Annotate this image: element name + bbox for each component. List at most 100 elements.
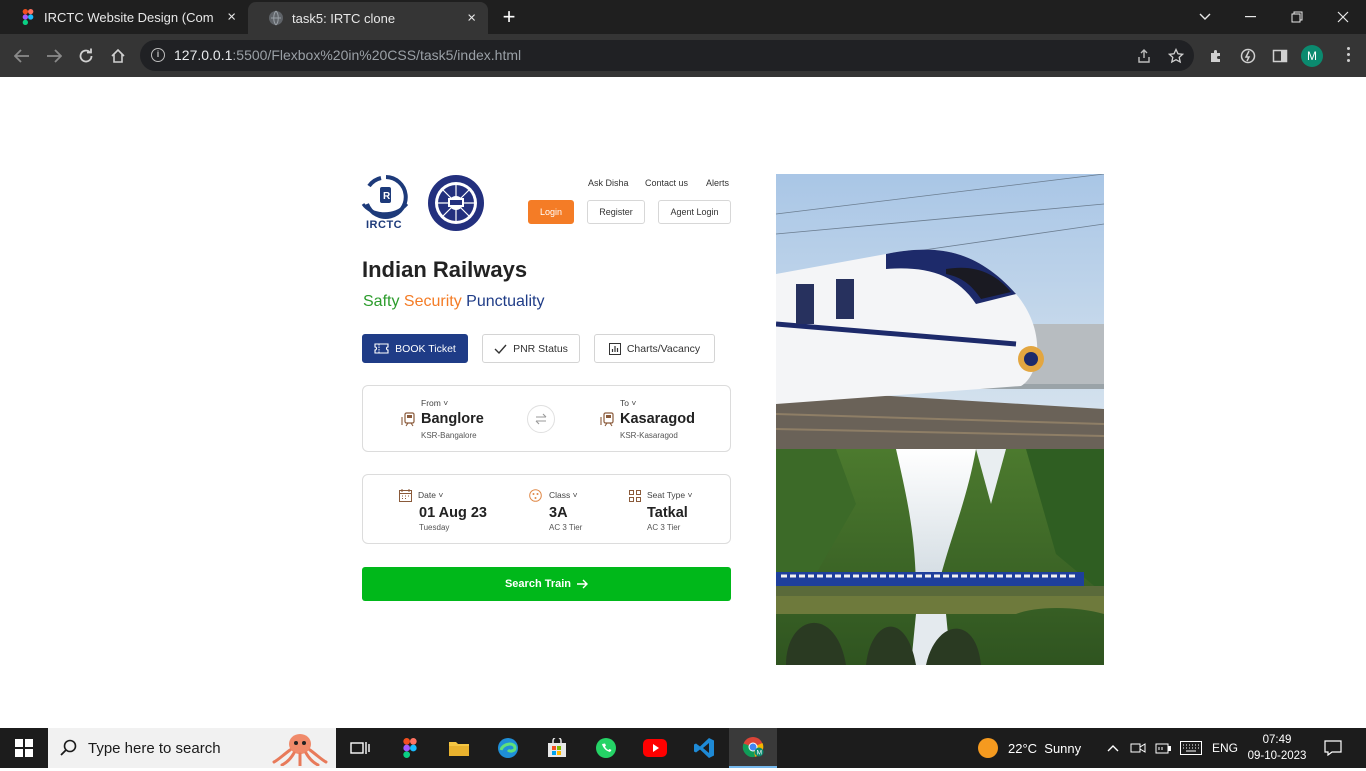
alerts-link[interactable]: Alerts bbox=[706, 178, 729, 188]
pnr-status-button[interactable]: PNR Status bbox=[482, 334, 580, 363]
route-card: From ˅ Banglore KSR-Bangalore To ˅ Kasar… bbox=[362, 385, 731, 452]
chevron-down-icon: ˅ bbox=[443, 398, 449, 408]
chrome-taskbar-icon[interactable]: M bbox=[729, 728, 777, 768]
tagline: Safty Security Punctuality bbox=[363, 293, 544, 311]
vscode-icon[interactable] bbox=[680, 728, 728, 768]
windows-start-icon[interactable] bbox=[0, 728, 48, 768]
to-station-code: KSR-Kasaragod bbox=[620, 431, 678, 440]
windows-taskbar: Type here to search M 22°C Sunny ENG 07:… bbox=[0, 728, 1366, 768]
close-tab-icon[interactable]: × bbox=[227, 9, 236, 26]
check-icon bbox=[494, 344, 507, 354]
from-station-name[interactable]: Banglore bbox=[421, 411, 484, 427]
share-icon[interactable] bbox=[1134, 46, 1154, 66]
side-panel-icon[interactable] bbox=[1268, 44, 1292, 68]
pnr-status-label: PNR Status bbox=[513, 342, 568, 355]
charts-vacancy-button[interactable]: Charts/Vacancy bbox=[594, 334, 715, 363]
class-label[interactable]: Class ˅ bbox=[549, 490, 578, 500]
performance-icon[interactable] bbox=[1236, 44, 1260, 68]
from-label[interactable]: From ˅ bbox=[421, 398, 448, 408]
contact-us-link[interactable]: Contact us bbox=[645, 178, 688, 188]
minimize-icon[interactable] bbox=[1228, 0, 1274, 34]
tab-figma[interactable]: IRCTC Website Design (Commun × bbox=[0, 0, 248, 34]
task-view-icon[interactable] bbox=[336, 728, 384, 768]
charts-vacancy-label: Charts/Vacancy bbox=[626, 342, 701, 355]
keyboard-icon[interactable] bbox=[1180, 728, 1202, 768]
figma-icon bbox=[20, 9, 36, 25]
reload-icon[interactable] bbox=[72, 42, 100, 70]
book-ticket-button[interactable]: BOOK Ticket bbox=[362, 334, 468, 363]
svg-text:R: R bbox=[383, 191, 391, 202]
tab-irtc-clone[interactable]: task5: IRTC clone × bbox=[248, 2, 488, 34]
ask-disha-link[interactable]: Ask Disha bbox=[588, 178, 629, 188]
home-icon[interactable] bbox=[104, 42, 132, 70]
chevron-down-icon: ˅ bbox=[631, 398, 637, 408]
microsoft-store-icon[interactable] bbox=[533, 728, 581, 768]
close-window-icon[interactable] bbox=[1320, 0, 1366, 34]
indian-railways-seal[interactable] bbox=[426, 174, 486, 232]
tagline-punctuality: Punctuality bbox=[466, 293, 545, 310]
profile-avatar[interactable]: M bbox=[1301, 45, 1323, 67]
whatsapp-icon[interactable] bbox=[582, 728, 630, 768]
train-station-icon bbox=[401, 411, 417, 432]
restore-icon[interactable] bbox=[1274, 0, 1320, 34]
sun-icon bbox=[978, 738, 998, 758]
from-station-code: KSR-Bangalore bbox=[421, 431, 477, 440]
browser-menu-icon[interactable] bbox=[1345, 47, 1351, 65]
to-label[interactable]: To ˅ bbox=[620, 398, 636, 408]
class-value[interactable]: 3A bbox=[549, 505, 568, 521]
address-bar[interactable]: i 127.0.0.1:5500/Flexbox%20in%20CSS/task… bbox=[140, 40, 1194, 71]
date-weekday: Tuesday bbox=[419, 523, 450, 532]
url-text: 127.0.0.1:5500/Flexbox%20in%20CSS/task5/… bbox=[174, 47, 522, 63]
network-icon[interactable] bbox=[1155, 728, 1173, 768]
seat-grid-icon bbox=[629, 489, 641, 507]
seat-type-description: AC 3 Tier bbox=[647, 523, 681, 532]
class-description: AC 3 Tier bbox=[549, 523, 583, 532]
tagline-safety: Safty bbox=[363, 293, 400, 310]
notifications-icon[interactable] bbox=[1324, 728, 1342, 768]
calendar-icon bbox=[399, 489, 412, 507]
swap-arrows-icon bbox=[535, 413, 547, 425]
page-title: Indian Railways bbox=[362, 257, 528, 282]
irctc-logo-text: IRCTC bbox=[366, 219, 403, 231]
extensions-puzzle-icon[interactable] bbox=[1204, 44, 1228, 68]
date-value[interactable]: 01 Aug 23 bbox=[419, 505, 487, 521]
book-ticket-label: BOOK Ticket bbox=[395, 342, 456, 355]
figma-taskbar-icon[interactable] bbox=[386, 728, 434, 768]
train-station-icon bbox=[600, 411, 616, 432]
bar-chart-icon bbox=[608, 342, 621, 355]
tab-title: task5: IRTC clone bbox=[292, 10, 396, 26]
file-explorer-icon[interactable] bbox=[435, 728, 483, 768]
seat-type-value[interactable]: Tatkal bbox=[647, 505, 688, 521]
bookmark-star-icon[interactable] bbox=[1166, 46, 1186, 66]
youtube-icon[interactable] bbox=[631, 728, 679, 768]
seat-type-label[interactable]: Seat Type ˅ bbox=[647, 490, 692, 500]
site-info-icon[interactable]: i bbox=[151, 48, 165, 62]
agent-login-button[interactable]: Agent Login bbox=[658, 200, 731, 224]
search-train-button[interactable]: Search Train bbox=[362, 567, 731, 601]
login-button[interactable]: Login bbox=[528, 200, 574, 224]
tagline-security: Security bbox=[403, 293, 462, 310]
back-arrow-icon[interactable] bbox=[8, 42, 36, 70]
close-tab-icon[interactable]: × bbox=[467, 10, 476, 27]
weather-widget[interactable]: 22°C Sunny bbox=[978, 728, 1081, 768]
new-tab-button[interactable]: + bbox=[498, 4, 520, 30]
svg-text:M: M bbox=[757, 750, 762, 757]
register-button[interactable]: Register bbox=[587, 200, 645, 224]
swap-stations-button[interactable] bbox=[527, 405, 555, 433]
irctc-logo[interactable]: R IRCTC bbox=[361, 174, 411, 234]
chevron-up-icon[interactable] bbox=[1107, 728, 1119, 768]
browser-tab-bar: IRCTC Website Design (Commun × task5: IR… bbox=[0, 0, 1366, 34]
taskbar-search-input[interactable]: Type here to search bbox=[48, 728, 336, 768]
browser-toolbar: i 127.0.0.1:5500/Flexbox%20in%20CSS/task… bbox=[0, 34, 1366, 77]
language-indicator[interactable]: ENG bbox=[1212, 728, 1238, 768]
date-label[interactable]: Date ˅ bbox=[418, 490, 443, 500]
meet-now-icon[interactable] bbox=[1130, 728, 1146, 768]
system-clock[interactable]: 07:49 09-10-2023 bbox=[1240, 732, 1314, 764]
search-train-label: Search Train bbox=[504, 578, 572, 590]
forward-arrow-icon[interactable] bbox=[40, 42, 68, 70]
class-icon bbox=[529, 489, 542, 507]
to-station-name[interactable]: Kasaragod bbox=[620, 411, 695, 427]
clock-time: 07:49 bbox=[1262, 734, 1292, 746]
tab-search-chevron-icon[interactable] bbox=[1182, 0, 1228, 34]
edge-browser-icon[interactable] bbox=[484, 728, 532, 768]
